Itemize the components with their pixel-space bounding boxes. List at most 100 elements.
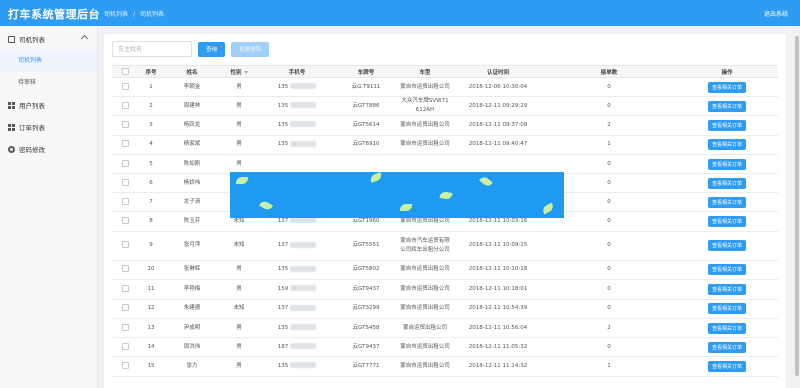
row-checkbox[interactable]	[121, 140, 129, 148]
column-header: 手机号	[258, 65, 336, 78]
row-checkbox[interactable]	[121, 82, 129, 90]
auth-time: 2018-12-11 09:37:09	[454, 115, 542, 136]
phone-redaction	[290, 102, 317, 108]
row-checkbox[interactable]	[121, 197, 129, 205]
sidebar-item-password[interactable]: 密码修改	[0, 138, 97, 160]
view-orders-button[interactable]: 查看相关订单	[707, 322, 746, 334]
phone-prefix: 135	[277, 141, 289, 148]
phone-prefix: 137	[277, 305, 289, 312]
toolbar: 查询 批量删除	[112, 41, 270, 57]
scrollbar-thumb[interactable]	[795, 36, 799, 376]
car-icon	[8, 35, 15, 43]
phone-redaction	[290, 140, 317, 147]
plate-number: 云GT9437	[336, 337, 396, 357]
auth-time: 2018-12-11 10:10:18	[454, 260, 542, 280]
view-orders-button[interactable]: 查看相关订单	[707, 360, 746, 372]
select-all-checkbox[interactable]	[121, 68, 129, 75]
order-count: 0	[542, 299, 676, 319]
car-model: 蒙自市运贸出租公司	[396, 77, 454, 97]
phone-redaction	[290, 217, 317, 224]
leaf-decoration	[439, 191, 453, 200]
view-orders-button[interactable]: 查看相关订单	[707, 158, 746, 170]
row-index: 11	[138, 279, 164, 300]
view-orders-button[interactable]: 查看相关订单	[707, 100, 746, 112]
batch-delete-button[interactable]: 批量删除	[231, 41, 270, 57]
auth-time: 2018-12-11 11:14:32	[454, 356, 542, 377]
view-orders-button[interactable]: 查看相关订单	[707, 303, 746, 315]
driver-phone: 135	[258, 77, 336, 97]
row-checkbox[interactable]	[121, 284, 129, 292]
driver-phone: 135	[258, 318, 336, 338]
action-cell: 查看相关订单	[676, 77, 778, 97]
table-row: 13 尹成明男 135 云GT5458 蒙自运贸出租公司 2018-12-11 10:56…	[112, 318, 778, 338]
car-model: 蒙自市运贸出租公司	[396, 115, 454, 136]
driver-name: 陈玉芬	[164, 211, 220, 232]
view-orders-button[interactable]: 查看相关订单	[707, 264, 746, 276]
view-orders-button[interactable]: 查看相关订单	[707, 119, 746, 131]
column-header: 操作	[676, 65, 778, 78]
logout-link[interactable]: 退出系统	[764, 9, 788, 18]
action-cell: 查看相关订单	[676, 318, 778, 338]
row-checkbox[interactable]	[121, 216, 129, 224]
sidebar-item-orders[interactable]: 订单列表	[0, 116, 97, 138]
sidebar: 司机列表 司机列表 待审核 用户列表 订单列表 密码修改	[0, 26, 98, 388]
phone-prefix: 137	[277, 242, 289, 248]
row-select-cell	[112, 96, 138, 116]
app-title: 打车系统管理后台	[8, 8, 100, 21]
view-orders-button[interactable]: 查看相关订单	[707, 177, 746, 189]
plate-number: 云GT3299	[336, 299, 396, 319]
page-scrollbar[interactable]	[794, 26, 800, 388]
view-orders-button[interactable]: 查看相关订单	[707, 341, 746, 353]
view-orders-button[interactable]: 查看相关订单	[707, 240, 746, 251]
driver-gender: 未知	[220, 231, 258, 261]
sidebar-item-users[interactable]: 用户列表	[0, 94, 97, 116]
sidebar-item-label: 密码修改	[19, 146, 45, 154]
driver-phone	[258, 154, 336, 174]
auth-time: 2018-12-11 10:56:04	[454, 318, 542, 338]
car-model: 蒙自市运贸出租公司	[396, 260, 454, 280]
auth-time: 2018-12-11 10:54:39	[454, 299, 542, 319]
row-index: 10	[138, 260, 164, 280]
row-checkbox[interactable]	[121, 323, 129, 331]
search-input[interactable]	[112, 41, 192, 57]
auth-time: 2018-12-11 10:18:01	[454, 279, 542, 300]
row-index: 6	[138, 173, 164, 193]
phone-prefix: 135	[277, 324, 289, 331]
sidebar-item-driver-list[interactable]: 司机列表	[0, 50, 97, 72]
driver-gender: 男	[220, 356, 258, 377]
view-orders-button[interactable]: 查看相关订单	[707, 196, 746, 208]
table-row: 15 张力男 135 云GT7771 蒙自市运贸出租公司 2018-12-11 11:14…	[112, 356, 778, 377]
sidebar-group-drivers[interactable]: 司机列表	[0, 28, 97, 50]
action-cell: 查看相关订单	[676, 279, 778, 300]
row-index: 14	[138, 337, 164, 357]
view-orders-button[interactable]: 查看相关订单	[707, 81, 746, 93]
driver-phone: 135	[258, 260, 336, 280]
driver-name: 周建林	[164, 96, 220, 116]
row-select-cell	[112, 337, 138, 357]
column-header[interactable]: 性别	[220, 65, 258, 78]
breadcrumb-item[interactable]: 司机列表	[104, 11, 128, 18]
sidebar-item-pending-review[interactable]: 待审核	[0, 72, 97, 94]
plate-number: 云GT5458	[336, 318, 396, 338]
car-model: 蒙自市运贸出租公司	[396, 299, 454, 319]
row-checkbox[interactable]	[121, 241, 129, 248]
search-button[interactable]: 查询	[198, 41, 226, 57]
action-cell: 查看相关订单	[676, 231, 778, 261]
row-checkbox[interactable]	[121, 101, 129, 109]
row-checkbox[interactable]	[121, 265, 129, 273]
auth-time: 2018-12-06 10:30:04	[454, 77, 542, 97]
row-checkbox[interactable]	[121, 159, 129, 167]
plate-number: 云GT7771	[336, 356, 396, 377]
row-index: 13	[138, 318, 164, 338]
auth-time	[454, 154, 542, 174]
row-checkbox[interactable]	[121, 361, 129, 369]
row-checkbox[interactable]	[121, 178, 129, 186]
view-orders-button[interactable]: 查看相关订单	[707, 283, 746, 295]
sort-icon[interactable]	[243, 70, 248, 74]
view-orders-button[interactable]: 查看相关订单	[707, 215, 746, 227]
car-model: 蒙自市汽车运贸有限公司辉车出租分公司	[396, 231, 454, 261]
row-checkbox[interactable]	[121, 342, 129, 350]
row-checkbox[interactable]	[121, 304, 129, 312]
view-orders-button[interactable]: 查看相关订单	[707, 139, 746, 151]
row-checkbox[interactable]	[121, 120, 129, 128]
